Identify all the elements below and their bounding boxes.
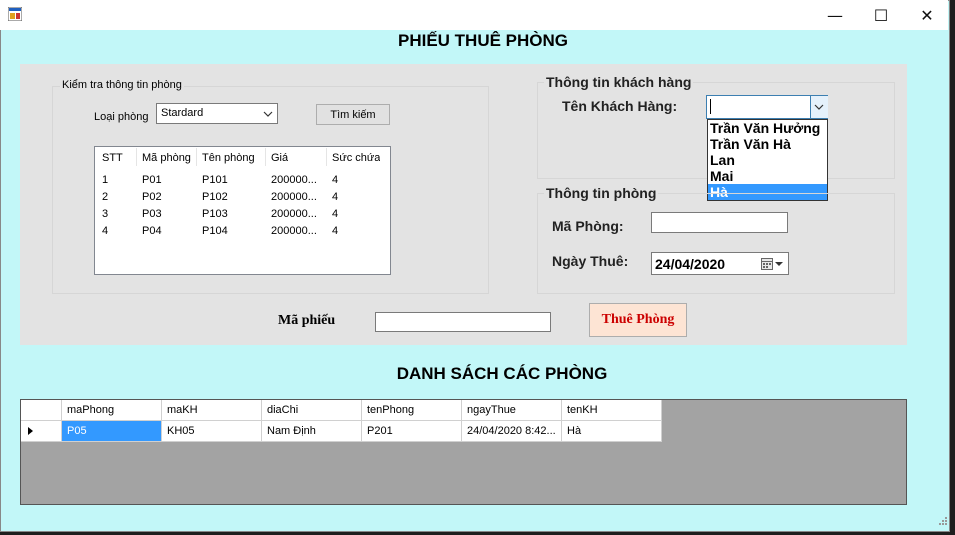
grid-cell[interactable]: KH05 xyxy=(162,421,262,442)
list-cell: P101 xyxy=(202,174,228,186)
rental-grid[interactable]: maPhong maKH diaChi tenPhong ngayThue tenKH P… xyxy=(20,399,907,505)
minimize-button[interactable]: — xyxy=(812,0,858,30)
chevron-down-icon xyxy=(263,111,273,117)
app-icon xyxy=(7,6,23,22)
customer-dropdown-list[interactable]: Trần Văn Hưởng Trần Văn Hà Lan Mai Hà xyxy=(707,119,828,201)
resize-grip-icon[interactable] xyxy=(938,516,948,526)
list-cell: P02 xyxy=(142,191,162,203)
maximize-button[interactable]: ☐ xyxy=(858,0,904,30)
column-divider xyxy=(136,148,137,166)
minimize-icon: — xyxy=(827,5,843,25)
chevron-down-icon xyxy=(814,104,824,110)
list-cell: 4 xyxy=(332,208,339,220)
search-button[interactable]: Tìm kiếm xyxy=(316,104,390,125)
list-cell: P01 xyxy=(142,174,162,186)
list-cell: 200000... xyxy=(271,225,317,237)
row-pointer-icon xyxy=(28,427,33,436)
list-cell: 4 xyxy=(332,174,339,186)
room-info-group xyxy=(537,193,895,294)
list-cell: 200000... xyxy=(271,191,317,203)
list-cell: P102 xyxy=(202,191,228,203)
column-header[interactable]: Giá xyxy=(271,152,288,164)
room-code-label: Mã Phòng: xyxy=(552,218,624,234)
list-cell: 4 xyxy=(102,225,109,237)
voucher-input[interactable] xyxy=(375,312,551,332)
list-cell: 1 xyxy=(102,174,109,186)
room-type-select[interactable]: Stardard xyxy=(156,103,278,124)
list-cell: 3 xyxy=(102,208,109,220)
list-cell: P03 xyxy=(142,208,162,220)
room-info-group-title: Thông tin phòng xyxy=(544,185,659,201)
grid-cell[interactable]: Hà xyxy=(562,421,662,442)
close-icon: ✕ xyxy=(920,5,934,25)
column-header[interactable]: Tên phòng xyxy=(202,152,255,164)
room-code-input[interactable] xyxy=(651,212,788,233)
room-list[interactable]: STT Mã phòng Tên phòng Giá Sức chứa 1 P01… xyxy=(94,146,391,275)
room-list-header: STT Mã phòng Tên phòng Giá Sức chứa xyxy=(95,148,390,169)
column-header[interactable]: STT xyxy=(102,152,123,164)
calendar-icon[interactable] xyxy=(761,258,785,270)
grid-cell[interactable]: Nam Định xyxy=(262,421,362,442)
list-cell: 2 xyxy=(102,191,109,203)
list-cell: 200000... xyxy=(271,208,317,220)
grid-column-header[interactable]: maPhong xyxy=(62,400,162,421)
grid-cell[interactable]: 24/04/2020 8:42... xyxy=(462,421,562,442)
customer-name-label: Tên Khách Hàng: xyxy=(562,98,678,114)
column-divider xyxy=(196,148,197,166)
column-divider xyxy=(326,148,327,166)
dropdown-option[interactable]: Mai xyxy=(708,168,827,184)
list-cell: 200000... xyxy=(271,174,317,186)
grid-column-header[interactable]: maKH xyxy=(162,400,262,421)
maximize-icon: ☐ xyxy=(873,5,889,25)
customer-group-title: Thông tin khách hàng xyxy=(544,74,694,90)
voucher-label: Mã phiếu xyxy=(278,313,336,328)
grid-column-header[interactable]: tenPhong xyxy=(362,400,462,421)
customer-name-combo[interactable] xyxy=(706,95,828,119)
grid-corner xyxy=(21,400,62,421)
list-cell: 4 xyxy=(332,191,339,203)
page-title: PHIẾU THUÊ PHÒNG xyxy=(397,31,569,50)
grid-column-header[interactable]: ngayThue xyxy=(462,400,562,421)
list-item[interactable]: 4 P04 P104 200000... 4 xyxy=(95,225,390,242)
combo-dropdown-button[interactable] xyxy=(810,96,828,118)
list-cell: P104 xyxy=(202,225,228,237)
title-bar[interactable]: — ☐ ✕ xyxy=(0,0,948,30)
dropdown-option[interactable]: Trần Văn Hưởng xyxy=(708,120,827,136)
column-header[interactable]: Mã phòng xyxy=(142,152,191,164)
grid-cell[interactable]: P05 xyxy=(62,421,162,442)
room-type-label: Loại phòng xyxy=(94,111,149,123)
grid-row-header[interactable] xyxy=(21,421,62,442)
grid-cell[interactable]: P201 xyxy=(362,421,462,442)
column-divider xyxy=(265,148,266,166)
list-item[interactable]: 2 P02 P102 200000... 4 xyxy=(95,191,390,208)
dropdown-option[interactable]: Lan xyxy=(708,152,827,168)
rent-room-button[interactable]: Thuê Phòng xyxy=(589,303,687,337)
room-type-value: Stardard xyxy=(161,107,204,119)
list-item[interactable]: 1 P01 P101 200000... 4 xyxy=(95,174,390,191)
room-list-title: DANH SÁCH CÁC PHÒNG xyxy=(396,364,608,383)
list-cell: 4 xyxy=(332,225,339,237)
grid-column-header[interactable]: tenKH xyxy=(562,400,662,421)
list-item[interactable]: 3 P03 P103 200000... 4 xyxy=(95,208,390,225)
rent-date-picker[interactable]: 24/04/2020 xyxy=(651,252,789,275)
grid-column-header[interactable]: diaChi xyxy=(262,400,362,421)
text-caret xyxy=(710,99,711,114)
rent-date-label: Ngày Thuê: xyxy=(552,253,629,269)
rent-date-value: 24/04/2020 xyxy=(655,256,726,272)
room-check-group-title: Kiểm tra thông tin phòng xyxy=(60,79,184,91)
column-header[interactable]: Sức chứa xyxy=(332,152,380,164)
dropdown-option[interactable]: Trần Văn Hà xyxy=(708,136,827,152)
list-cell: P04 xyxy=(142,225,162,237)
close-button[interactable]: ✕ xyxy=(904,0,950,30)
list-cell: P103 xyxy=(202,208,228,220)
